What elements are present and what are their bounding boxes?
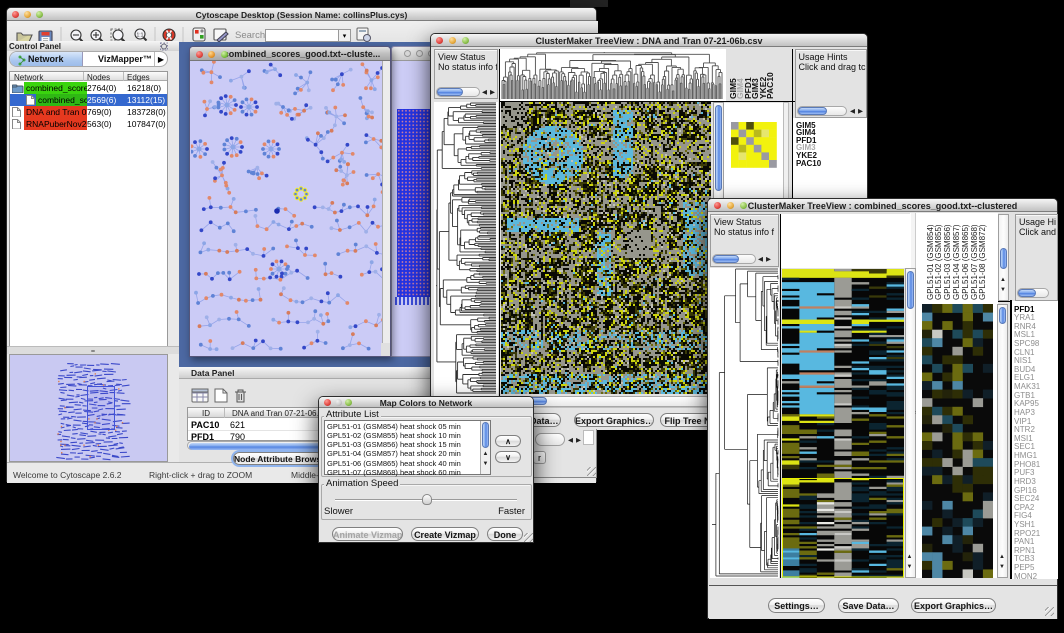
svg-text:1:1: 1:1 [137, 33, 144, 39]
svg-text:Search:: Search: [235, 30, 268, 41]
